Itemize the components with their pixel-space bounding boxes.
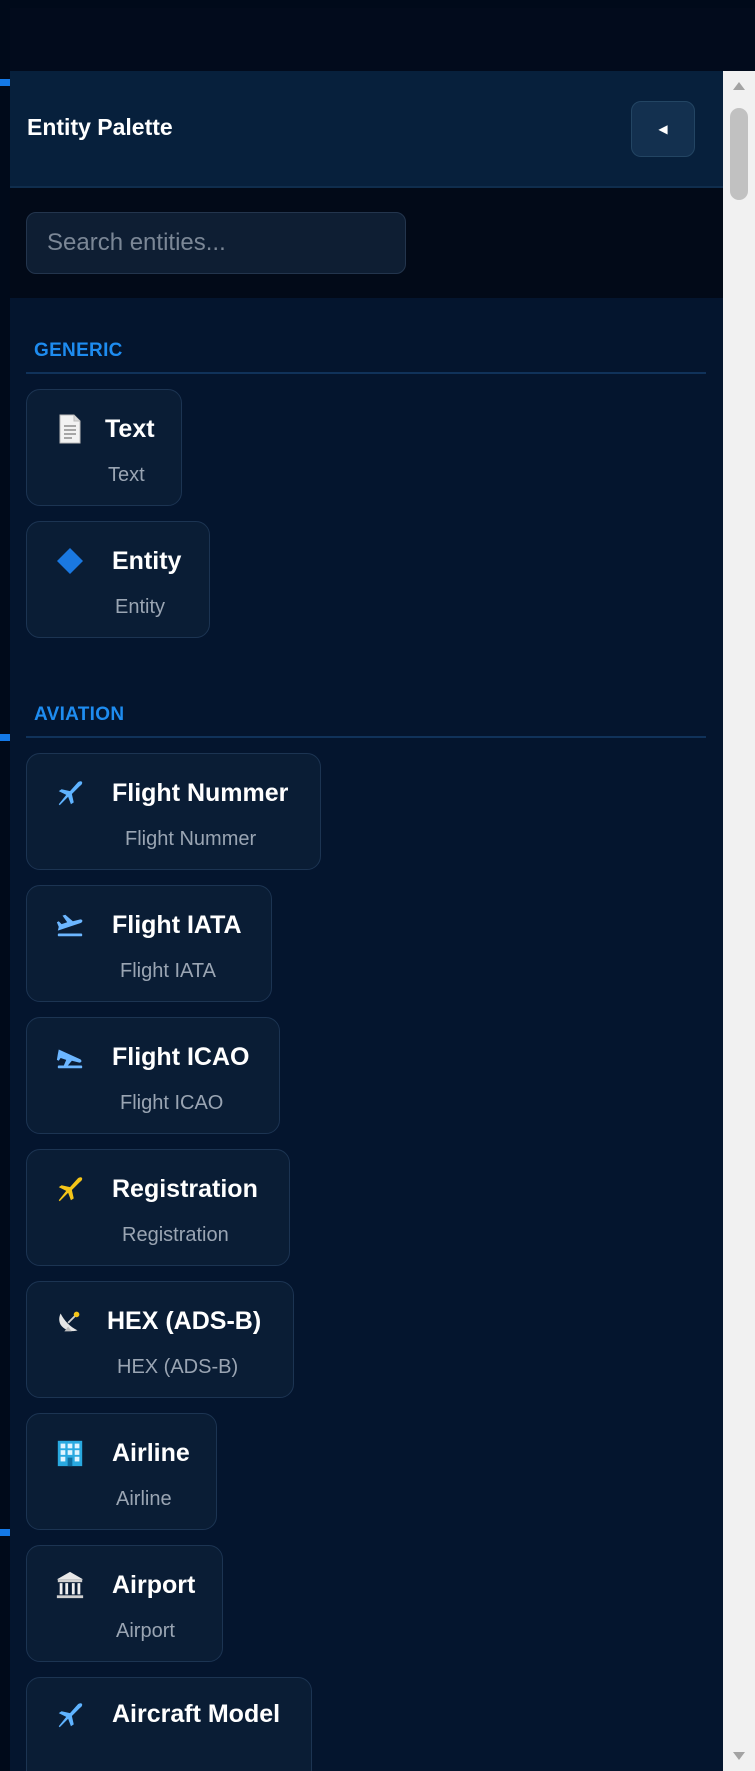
entity-card-flight-iata[interactable]: Flight IATA Flight IATA [26, 885, 272, 1002]
entity-label: Airport [112, 1571, 196, 1599]
entity-card-registration[interactable]: Registration Registration [26, 1149, 290, 1266]
airplane-departure-icon [55, 910, 85, 940]
entity-card-flight-icao[interactable]: Flight ICAO Flight ICAO [26, 1017, 280, 1134]
airplane-icon [55, 778, 85, 808]
satellite-dish-icon [55, 1306, 85, 1336]
entity-label: Flight Nummer [112, 779, 289, 807]
entity-sublabel: Registration [122, 1224, 229, 1246]
entity-palette-panel: Entity Palette ◀ GENERIC [10, 71, 723, 1771]
entity-sublabel: Flight ICAO [120, 1092, 224, 1114]
section-title: GENERIC [34, 340, 123, 361]
entity-card-airport[interactable]: Airport Airport [26, 1545, 223, 1662]
entity-label: Aircraft Model [112, 1700, 281, 1728]
entity-card-entity[interactable]: Entity Entity [26, 521, 210, 638]
scrollbar[interactable] [723, 71, 755, 1771]
top-bar [10, 8, 755, 71]
airplane-arrival-icon [55, 1042, 85, 1072]
entity-label: Text [105, 415, 155, 443]
scroll-up-arrow[interactable] [723, 71, 755, 101]
section-title: AVIATION [34, 704, 125, 725]
collapse-button[interactable]: ◀ [631, 101, 695, 157]
palette-header: Entity Palette ◀ [10, 71, 723, 188]
airplane-icon [55, 1700, 85, 1730]
search-input[interactable] [26, 212, 406, 274]
section-header-generic: GENERIC [26, 340, 706, 374]
entity-sublabel: Airline [116, 1488, 172, 1510]
entity-card-flight-nummer[interactable]: Flight Nummer Flight Nummer [26, 753, 321, 870]
classical-building-icon [55, 1570, 85, 1600]
entity-label: Entity [112, 547, 182, 575]
scroll-thumb[interactable] [730, 108, 748, 200]
entity-label: Registration [112, 1175, 258, 1203]
diamond-icon [55, 546, 85, 576]
entity-label: HEX (ADS-B) [107, 1307, 262, 1335]
entity-card-aircraft-model[interactable]: Aircraft Model [26, 1677, 312, 1771]
entity-card-hex-adsb[interactable]: HEX (ADS-B) HEX (ADS-B) [26, 1281, 294, 1398]
small-airplane-icon [55, 1174, 85, 1204]
scroll-down-arrow[interactable] [723, 1741, 755, 1771]
entity-sublabel: Flight Nummer [125, 828, 257, 850]
entity-sublabel: Text [108, 464, 145, 486]
entity-sublabel: Entity [115, 596, 166, 618]
document-icon [55, 414, 85, 444]
section-header-aviation: AVIATION [26, 704, 706, 738]
office-building-icon [55, 1438, 85, 1468]
entity-sublabel: Airport [116, 1620, 175, 1642]
entity-sublabel: Flight IATA [120, 960, 216, 982]
entity-card-airline[interactable]: Airline Airline [26, 1413, 217, 1530]
entity-label: Flight ICAO [112, 1043, 250, 1071]
entity-label: Flight IATA [112, 911, 242, 939]
search-area [10, 188, 723, 298]
entity-label: Airline [112, 1439, 190, 1467]
palette-title: Entity Palette [27, 114, 173, 140]
triangle-left-icon: ◀ [658, 122, 668, 136]
entity-card-text[interactable]: Text Text [26, 389, 182, 506]
entity-sublabel: HEX (ADS-B) [117, 1356, 239, 1378]
